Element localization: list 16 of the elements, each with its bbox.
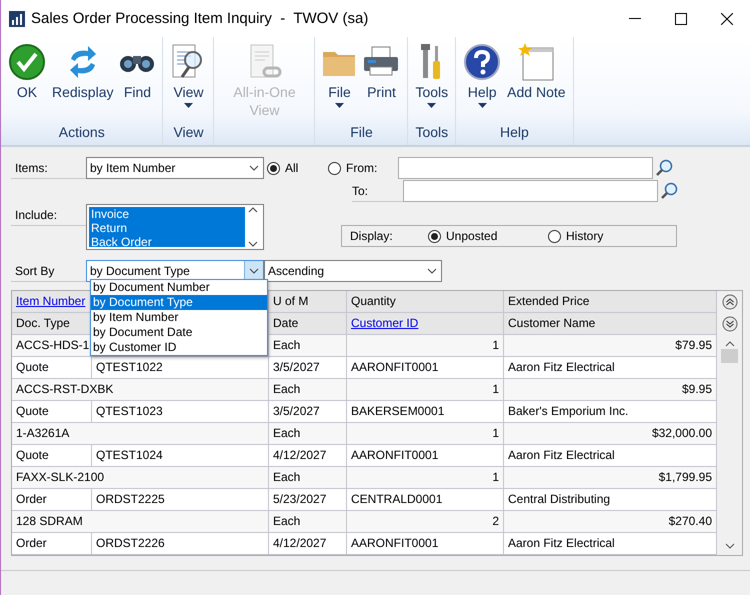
radio-label: From: [346,161,378,175]
radio-label: Unposted [446,229,498,243]
table-cell: Aaron Fitz Electrical [504,533,717,555]
table-cell: Order [12,533,92,555]
table-cell: AARONFIT0001 [347,533,504,555]
field-label: Display: [350,229,394,243]
group-label: Help [498,123,530,142]
table-cell: ORDST2226 [92,533,269,555]
group-label: Tools [414,123,450,142]
window-title: Sales Order Processing Item Inquiry - TWOV (sa) [31,10,370,27]
group-label: Actions [58,123,106,142]
table-cell: 4/12/2027 [269,533,347,555]
group-label: File [349,123,374,142]
radio-label: History [566,229,604,243]
radio-label: All [285,161,298,175]
group-label: View [172,123,205,142]
